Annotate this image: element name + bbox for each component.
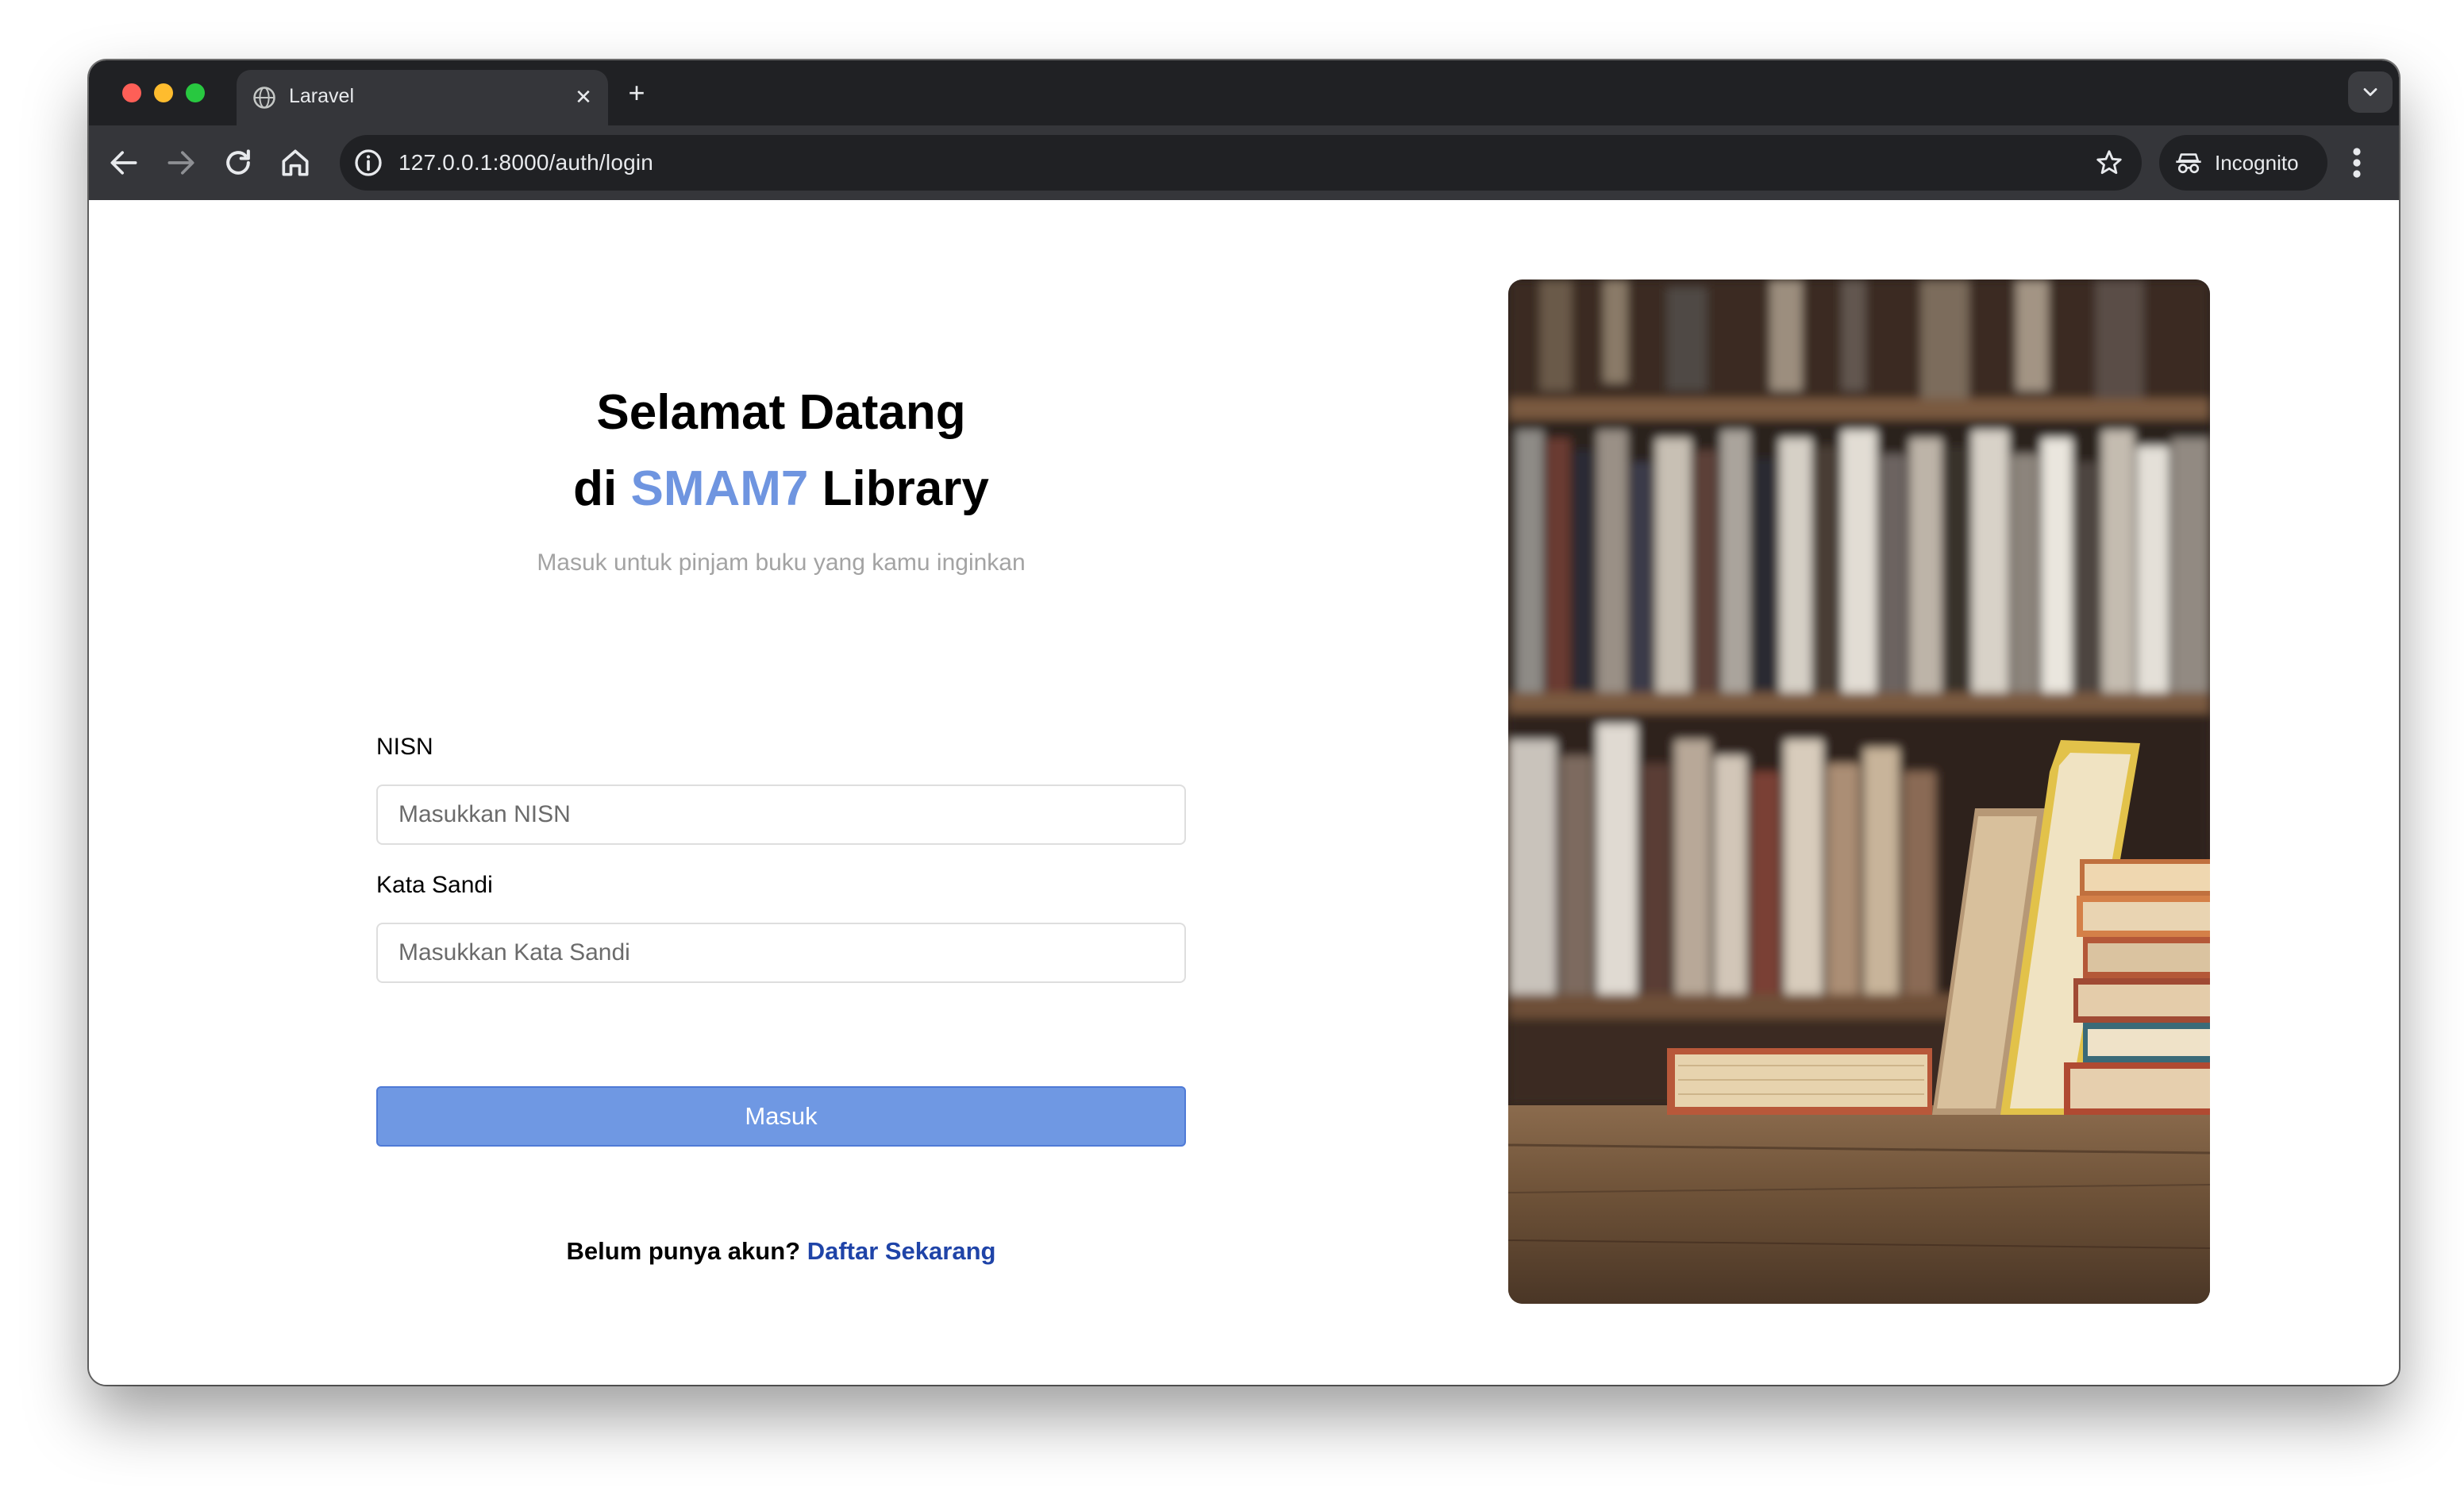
register-link[interactable]: Daftar Sekarang xyxy=(807,1237,996,1265)
nisn-label: NISN xyxy=(376,734,433,760)
close-icon[interactable]: ✕ xyxy=(570,83,597,110)
chevron-down-icon xyxy=(2363,88,2377,96)
info-icon[interactable] xyxy=(352,147,384,179)
tab-laravel[interactable]: Laravel ✕ xyxy=(237,70,608,125)
page-subtitle: Masuk untuk pinjam buku yang kamu ingink… xyxy=(537,549,1026,576)
login-form: Selamat Datang di SMAM7 Library Masuk un… xyxy=(376,200,1186,1385)
back-icon[interactable] xyxy=(106,145,141,180)
reload-icon[interactable] xyxy=(221,145,256,180)
register-prompt: Belum punya akun? xyxy=(566,1237,801,1265)
incognito-badge[interactable]: Incognito xyxy=(2159,135,2327,191)
page-title: Selamat Datang di SMAM7 Library xyxy=(376,375,1186,527)
heading-prefix: di xyxy=(573,461,618,516)
url-text[interactable]: 127.0.0.1:8000/auth/login xyxy=(398,150,653,175)
heading-suffix: Library xyxy=(822,461,989,516)
incognito-icon xyxy=(2176,153,2201,174)
password-label: Kata Sandi xyxy=(376,872,493,898)
close-window-button[interactable] xyxy=(122,83,141,102)
globe-icon xyxy=(253,87,275,109)
more-vertical-icon[interactable] xyxy=(2345,144,2369,182)
home-icon[interactable] xyxy=(278,145,313,180)
forward-icon[interactable] xyxy=(164,145,198,180)
hero-image xyxy=(1508,279,2210,1304)
bookshelf-illustration xyxy=(1508,279,2210,1304)
plus-icon[interactable]: + xyxy=(621,78,653,110)
address-bar[interactable]: 127.0.0.1:8000/auth/login xyxy=(340,135,2142,191)
nisn-input[interactable] xyxy=(376,784,1186,845)
heading-line-2: di SMAM7 Library xyxy=(376,451,1186,527)
browser-toolbar: 127.0.0.1:8000/auth/login Incognito xyxy=(89,125,2399,200)
password-input[interactable] xyxy=(376,923,1186,983)
tab-title: Laravel xyxy=(289,85,354,107)
tab-search-button[interactable] xyxy=(2348,71,2393,113)
maximize-window-button[interactable] xyxy=(186,83,205,102)
heading-line-1: Selamat Datang xyxy=(596,385,966,440)
incognito-label: Incognito xyxy=(2215,151,2299,175)
tab-strip: Laravel ✕ + xyxy=(89,60,2399,125)
browser-window: Laravel ✕ + 127.0.0.1:8000/auth/login In… xyxy=(89,60,2399,1385)
login-button[interactable]: Masuk xyxy=(376,1086,1186,1147)
register-prompt-line: Belum punya akun? Daftar Sekarang xyxy=(376,1237,1186,1266)
star-icon[interactable] xyxy=(2094,148,2124,178)
minimize-window-button[interactable] xyxy=(154,83,173,102)
page-content: Selamat Datang di SMAM7 Library Masuk un… xyxy=(89,200,2399,1385)
heading-brand: SMAM7 xyxy=(630,461,809,516)
